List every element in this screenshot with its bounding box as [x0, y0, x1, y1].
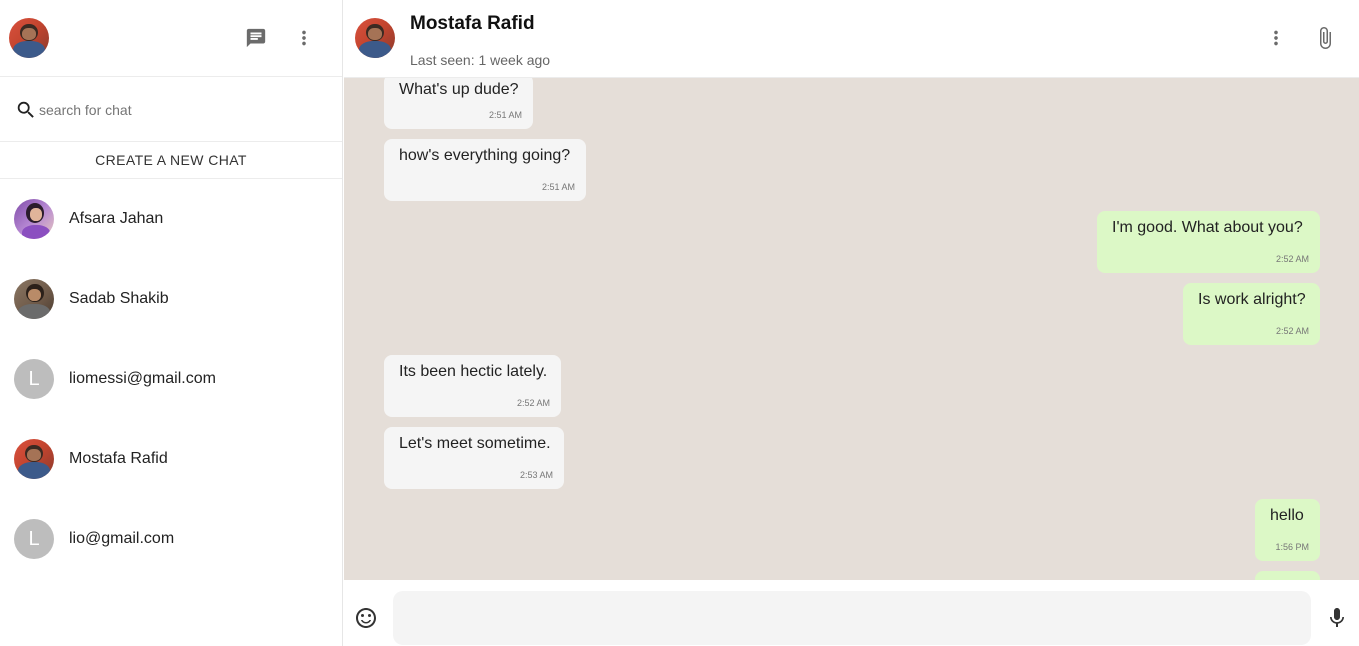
chat-header: Mostafa Rafid Last seen: 1 week ago — [344, 0, 1359, 78]
avatar — [14, 439, 54, 479]
chat-list: Afsara Jahan Sadab Shakib L liomessi@gma… — [0, 179, 342, 579]
message-text: Its been hectic lately. — [399, 363, 548, 380]
chat-item-name: lio@gmail.com — [69, 530, 175, 547]
message-incoming: Its been hectic lately. 2:52 AM — [384, 355, 561, 417]
message-list: What's up dude? 2:51 AM how's everything… — [344, 78, 1359, 580]
message-time: 2:52 AM — [516, 398, 550, 408]
new-chat-icon[interactable] — [242, 24, 270, 52]
sidebar-header — [0, 0, 342, 77]
sidebar: CREATE A NEW CHAT Afsara Jahan Sadab Sha… — [0, 0, 343, 646]
chat-item-mostafa-rafid[interactable]: Mostafa Rafid — [0, 419, 342, 499]
message-text: Is work alright? — [1198, 291, 1306, 308]
more-vert-icon[interactable] — [1262, 24, 1290, 52]
message-incoming: how's everything going? 2:51 AM — [384, 139, 586, 201]
message-time: 2:51 AM — [488, 110, 522, 120]
chat-item-afsara-jahan[interactable]: Afsara Jahan — [0, 179, 342, 259]
more-vert-icon[interactable] — [290, 24, 318, 52]
chat-item-sadab-shakib[interactable]: Sadab Shakib — [0, 259, 342, 339]
chat-item-name: Sadab Shakib — [69, 290, 169, 307]
mic-icon[interactable] — [1325, 606, 1349, 630]
search-icon — [17, 101, 34, 118]
message-time: 2:52 AM — [1275, 254, 1309, 264]
create-chat-button[interactable]: CREATE A NEW CHAT — [0, 142, 342, 179]
message-time: 1:56 PM — [1275, 542, 1309, 552]
message-time: 2:53 AM — [519, 470, 553, 480]
user-avatar[interactable] — [9, 18, 49, 58]
message-text: hello — [1270, 507, 1304, 524]
message-incoming: Let's meet sometime. 2:53 AM — [384, 427, 564, 489]
contact-avatar[interactable] — [355, 18, 395, 58]
message-time: 2:51 AM — [541, 182, 575, 192]
message-incoming: What's up dude? 2:51 AM — [384, 78, 533, 129]
avatar: L — [14, 519, 54, 559]
chat-panel: Mostafa Rafid Last seen: 1 week ago What… — [344, 0, 1359, 646]
chat-item-liomessi[interactable]: L liomessi@gmail.com — [0, 339, 342, 419]
message-text: Let's meet sometime. — [399, 435, 551, 452]
avatar: L — [14, 359, 54, 399]
message-composer — [344, 580, 1359, 646]
message-outgoing: I'm good. What about you? 2:52 AM — [1097, 211, 1320, 273]
message-outgoing: Is work alright? 2:52 AM — [1183, 283, 1320, 345]
chat-item-name: Afsara Jahan — [69, 210, 164, 227]
chat-title: Mostafa Rafid — [410, 13, 535, 34]
message-time: 2:52 AM — [1275, 326, 1309, 336]
chat-item-name: liomessi@gmail.com — [69, 370, 216, 387]
search-bar — [0, 77, 342, 142]
chat-item-name: Mostafa Rafid — [69, 450, 168, 467]
last-seen-status: Last seen: 1 week ago — [410, 52, 551, 68]
message-outgoing-partial — [1255, 571, 1320, 580]
attach-icon[interactable] — [1311, 24, 1339, 52]
avatar — [14, 279, 54, 319]
message-input[interactable] — [393, 591, 1311, 645]
message-outgoing: hello 1:56 PM — [1255, 499, 1320, 561]
search-input[interactable] — [39, 99, 319, 121]
emoji-icon[interactable] — [354, 606, 378, 630]
avatar — [14, 199, 54, 239]
message-text: I'm good. What about you? — [1112, 219, 1303, 236]
message-text: how's everything going? — [399, 147, 571, 164]
message-text: What's up dude? — [399, 81, 519, 98]
chat-item-lio[interactable]: L lio@gmail.com — [0, 499, 342, 579]
